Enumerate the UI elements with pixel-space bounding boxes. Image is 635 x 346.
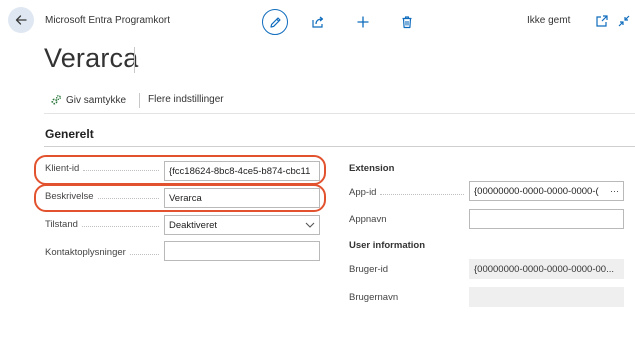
edit-button[interactable] (262, 9, 288, 35)
user-information-heading: User information (349, 240, 426, 251)
user-id-field: {00000000-0000-0000-0000-00... (469, 259, 624, 279)
action-bar-underline (44, 113, 635, 114)
more-options-label: Flere indstillinger (148, 94, 224, 105)
back-button[interactable] (8, 7, 34, 33)
consent-gear-icon (51, 95, 61, 105)
section-title-general[interactable]: Generelt (45, 127, 94, 141)
title-divider (134, 47, 135, 73)
extension-heading: Extension (349, 163, 395, 174)
app-id-label: App-id (349, 187, 464, 198)
state-value: Deaktiveret (169, 219, 218, 231)
page-title: Verarca (44, 43, 139, 73)
contact-label-text: Kontaktoplysninger (45, 247, 126, 258)
arrow-left-icon (15, 15, 27, 25)
give-consent-label: Giv samtykke (66, 94, 127, 106)
contact-label: Kontaktoplysninger (45, 247, 159, 258)
state-label: Tilstand (45, 219, 159, 230)
new-button[interactable] (355, 14, 371, 30)
collapse-button[interactable] (616, 13, 632, 29)
share-button[interactable] (310, 14, 326, 30)
user-id-label: Bruger-id (349, 264, 388, 275)
highlight-client-id (34, 155, 326, 185)
collapse-icon (618, 15, 630, 27)
plus-icon (357, 16, 369, 28)
app-id-label-text: App-id (349, 187, 377, 198)
highlight-description (34, 184, 326, 212)
app-name-label-text: Appnavn (349, 214, 387, 225)
state-dropdown[interactable]: Deaktiveret (164, 215, 320, 235)
open-in-new-icon (596, 15, 608, 27)
user-name-label-text: Brugernavn (349, 292, 399, 303)
open-new-window-button[interactable] (594, 13, 610, 29)
delete-button[interactable] (399, 14, 415, 30)
breadcrumb: Microsoft Entra Programkort (45, 15, 171, 26)
pencil-icon (269, 16, 281, 28)
state-label-text: Tilstand (45, 219, 78, 230)
save-status: Ikke gemt (527, 15, 571, 26)
app-name-label: Appnavn (349, 214, 387, 225)
section-divider (44, 146, 635, 147)
app-id-lookup-button[interactable]: ··· (610, 186, 619, 196)
share-icon (312, 16, 324, 28)
more-options-action[interactable]: Flere indstillinger (148, 94, 224, 105)
contact-field[interactable] (164, 241, 320, 261)
chevron-down-icon (305, 222, 315, 228)
action-divider (139, 93, 140, 108)
app-id-field[interactable]: {00000000-0000-0000-0000-( ··· (469, 181, 624, 201)
app-id-value: {00000000-0000-0000-0000-( (474, 185, 599, 197)
give-consent-action[interactable]: Giv samtykke (50, 94, 126, 106)
user-name-label: Brugernavn (349, 292, 398, 303)
user-id-label-text: Bruger-id (349, 264, 389, 275)
trash-icon (402, 16, 412, 29)
app-name-field[interactable] (469, 209, 624, 229)
user-name-field (469, 287, 624, 307)
